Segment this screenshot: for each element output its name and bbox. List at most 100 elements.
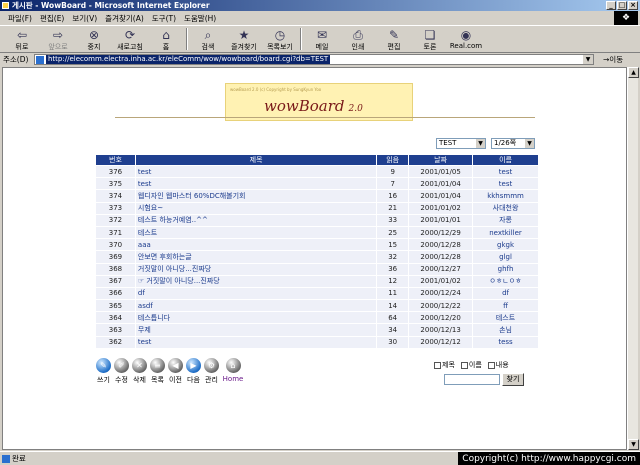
board-select[interactable]: TEST ▼ [436, 138, 486, 149]
row-title[interactable]: aaa [134, 238, 378, 252]
table-row[interactable]: 365 asdf 14 2000/12/22 ff [95, 299, 539, 313]
vertical-scrollbar[interactable]: ▲ ▼ [627, 67, 639, 450]
scroll-up-icon[interactable]: ▲ [628, 67, 639, 78]
table-row[interactable]: 369 안보면 후회하는글 32 2000/12/28 glgl [95, 250, 539, 264]
row-author[interactable]: 사대천왕 [472, 201, 539, 215]
row-author[interactable]: 테스트 [472, 311, 539, 325]
realcom-button[interactable]: ◉ Real.com [448, 26, 484, 53]
search-options: 제목 이름 내용 [434, 360, 509, 370]
row-number: 370 [95, 238, 136, 252]
home-link[interactable]: ⌂ Home [221, 358, 245, 385]
row-author[interactable]: df [472, 286, 539, 301]
table-row[interactable]: 370 aaa 15 2000/12/28 gkgk [95, 238, 539, 252]
row-title[interactable]: 테스트 하능거예염..^^ [134, 213, 378, 227]
history-button[interactable]: ◷ 목록보기 [262, 26, 298, 53]
table-row[interactable]: 373 시험요~ 21 2001/01/02 사대천왕 [95, 201, 539, 215]
forward-button[interactable]: ⇨ 앞으로 [40, 26, 76, 53]
address-dropdown-icon[interactable]: ▼ [583, 55, 593, 64]
row-title[interactable]: test [134, 177, 378, 191]
discuss-button[interactable]: ❏ 토론 [412, 26, 448, 53]
history-icon: ◷ [274, 28, 286, 42]
menu-file[interactable]: 파일(F) [8, 13, 32, 24]
row-author[interactable]: 손님 [472, 323, 539, 337]
table-row[interactable]: 372 테스트 하능거예염..^^ 33 2001/01/01 자롱 [95, 213, 539, 227]
refresh-button[interactable]: ⟳ 새로고침 [112, 26, 148, 53]
row-title[interactable]: test [134, 164, 378, 179]
table-row[interactable]: 376 test 9 2001/01/05 test [95, 164, 539, 179]
prev-button[interactable]: ◀ 이전 [167, 358, 184, 385]
search-opt-name[interactable]: 이름 [460, 360, 482, 370]
row-author[interactable]: test [472, 164, 539, 179]
table-row[interactable]: 368 거짓말이 아니당...진짜당 36 2000/12/27 ghfh [95, 262, 539, 276]
search-opt-title[interactable]: 제목 [434, 360, 455, 370]
table-row[interactable]: 374 웹디자인 웹마스터 60%DC해볼기회 16 2001/01/04 kkhsmm… [95, 189, 539, 203]
row-author[interactable]: gkgk [472, 238, 539, 252]
row-title[interactable]: test [134, 335, 378, 349]
table-row[interactable]: 363 무제 34 2000/12/13 손님 [95, 323, 539, 337]
table-row[interactable]: 371 테스트 25 2000/12/29 nextkiller [95, 225, 539, 240]
row-title[interactable]: 거짓말이 아니당...진짜당 [134, 262, 378, 276]
row-title[interactable]: 무제 [134, 323, 378, 337]
table-row[interactable]: 362 test 30 2000/12/12 tess [95, 335, 539, 349]
row-author[interactable]: ghfh [472, 262, 539, 276]
row-title[interactable]: ☞ 거짓말이 아니당...진짜당 [134, 274, 378, 288]
edit-button[interactable]: ✎ 편집 [376, 26, 412, 53]
home-button[interactable]: ⌂ 홈 [148, 26, 184, 53]
next-button[interactable]: ▶ 다음 [185, 358, 202, 385]
row-reads: 33 [376, 213, 410, 227]
delete-button[interactable]: ✕ 삭제 [131, 358, 148, 385]
search-button[interactable]: ⌕ 검색 [190, 26, 226, 53]
search-submit-button[interactable]: 찾기 [502, 373, 524, 386]
write-button[interactable]: ✎ 쓰기 [95, 358, 112, 385]
row-date: 2000/12/13 [408, 323, 474, 337]
search-input[interactable] [444, 374, 500, 385]
row-title[interactable]: 시험요~ [134, 201, 378, 215]
scroll-down-icon[interactable]: ▼ [628, 439, 639, 450]
toolbar-separator [300, 28, 302, 50]
favorites-button[interactable]: ★ 즐겨찾기 [226, 26, 262, 53]
table-row[interactable]: 367 ☞ 거짓말이 아니당...진짜당 12 2001/01/02 ㅇㅎㄴㅇㅎ [95, 274, 539, 288]
maximize-button[interactable]: □ [617, 1, 627, 10]
menu-tools[interactable]: 도구(T) [152, 13, 176, 24]
row-title[interactable]: df [134, 286, 378, 301]
table-row[interactable]: 375 test 7 2001/01/04 test [95, 177, 539, 191]
print-button[interactable]: ⎙ 인쇄 [340, 26, 376, 53]
row-author[interactable]: tess [472, 335, 539, 349]
list-button[interactable]: ≡ 목록 [149, 358, 166, 385]
menu-favorites[interactable]: 즐겨찾기(A) [105, 13, 144, 24]
row-title[interactable]: 테스틉니다 [134, 311, 378, 325]
row-title[interactable]: 안보면 후회하는글 [134, 250, 378, 264]
mail-button[interactable]: ✉ 메일 [304, 26, 340, 53]
table-row[interactable]: 366 df 11 2000/12/24 df [95, 286, 539, 301]
menu-edit[interactable]: 편집(E) [40, 13, 64, 24]
minimize-button[interactable]: _ [606, 1, 616, 10]
table-row[interactable]: 364 테스틉니다 64 2000/12/20 테스트 [95, 311, 539, 325]
row-author[interactable]: 자롱 [472, 213, 539, 227]
search-opt-content[interactable]: 내용 [487, 360, 509, 370]
checkbox[interactable] [487, 361, 495, 369]
row-author[interactable]: nextkiller [472, 225, 539, 240]
checkbox[interactable] [434, 361, 441, 369]
page-select[interactable]: 1/26쪽 ▼ [491, 138, 535, 149]
row-reads: 64 [376, 311, 410, 325]
address-bar: 주소(D) http://elecomm.electra.inha.ac.kr/… [0, 53, 640, 66]
row-author[interactable]: ff [472, 299, 539, 313]
go-button[interactable]: →이동 [603, 54, 623, 65]
checkbox[interactable] [460, 361, 468, 369]
stop-button[interactable]: ⊗ 중지 [76, 26, 112, 53]
row-title[interactable]: 테스트 [134, 225, 378, 240]
row-title[interactable]: 웹디자인 웹마스터 60%DC해볼기회 [134, 189, 378, 203]
modify-button[interactable]: ✐ 수정 [113, 358, 130, 385]
close-button[interactable]: × [628, 1, 638, 10]
row-author[interactable]: kkhsmmm [472, 189, 539, 203]
admin-button[interactable]: ⚙ 관리 [203, 358, 220, 385]
row-title[interactable]: asdf [134, 299, 378, 313]
menu-view[interactable]: 보기(V) [72, 13, 97, 24]
row-author[interactable]: ㅇㅎㄴㅇㅎ [472, 274, 539, 288]
menu-help[interactable]: 도움말(H) [184, 13, 216, 24]
realcom-icon: ◉ [460, 28, 472, 42]
row-author[interactable]: glgl [472, 250, 539, 264]
address-input[interactable]: http://elecomm.electra.inha.ac.kr/eleCom… [34, 54, 594, 65]
row-author[interactable]: test [472, 177, 539, 191]
back-button[interactable]: ⇦ 뒤로 [4, 26, 40, 53]
